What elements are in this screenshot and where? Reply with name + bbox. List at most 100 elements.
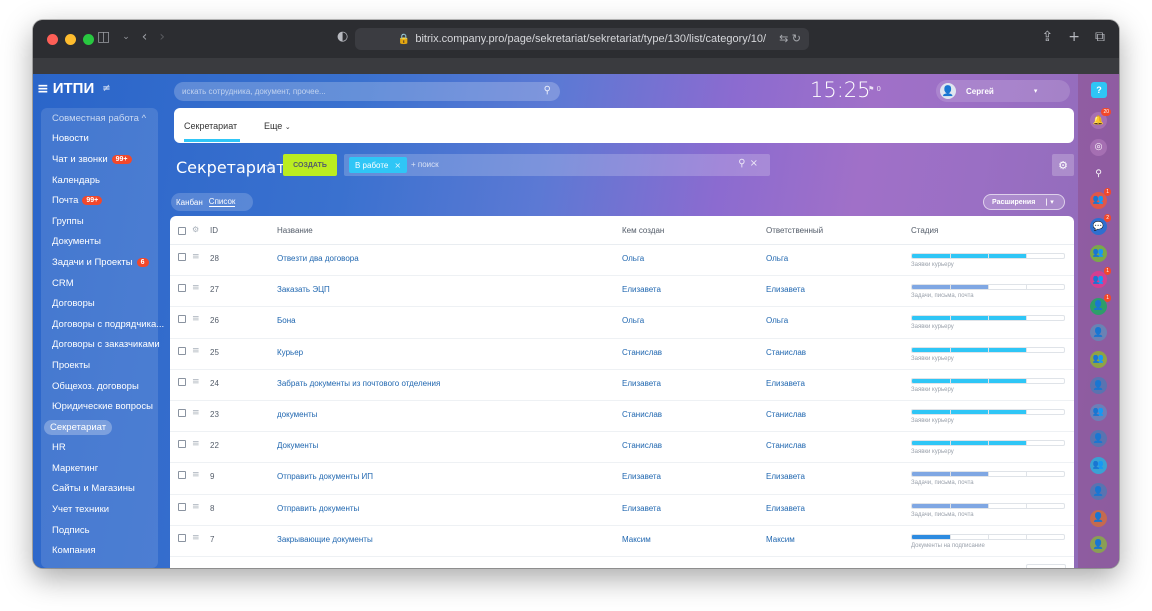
- cell-stage[interactable]: Заявки курьеру: [911, 409, 1065, 424]
- row-checkbox[interactable]: [178, 502, 186, 511]
- cell-name-link[interactable]: Забрать документы из почтового отделения: [277, 379, 440, 388]
- stage-progress-bar[interactable]: [911, 440, 1065, 447]
- sidebar-item[interactable]: Договоры с заказчиками: [41, 335, 160, 356]
- sidebar-item[interactable]: Документы: [41, 232, 158, 253]
- user-icon[interactable]: 👤: [1090, 377, 1107, 394]
- cell-name-link[interactable]: Документы: [277, 441, 318, 450]
- cell-responsible-link[interactable]: Елизавета: [766, 379, 805, 388]
- search-icon[interactable]: ⚲: [544, 85, 551, 96]
- header-id[interactable]: ID: [210, 216, 218, 244]
- stage-progress-bar[interactable]: [911, 284, 1065, 291]
- stage-progress-bar[interactable]: [911, 409, 1065, 415]
- cell-stage[interactable]: Заявки курьеру: [911, 377, 1065, 393]
- cell-created-by-link[interactable]: Станислав: [622, 410, 662, 419]
- search-clear-icons[interactable]: ⚲×: [738, 158, 762, 169]
- filter-chip[interactable]: В работе ×: [349, 157, 408, 173]
- user-icon[interactable]: 👤 1: [1090, 293, 1111, 315]
- cell-created-by-link[interactable]: Елизавета: [622, 285, 661, 294]
- cell-responsible-link[interactable]: Станислав: [766, 348, 806, 357]
- menu-group-collaboration[interactable]: Совместная работа ^: [41, 108, 158, 129]
- user-icon[interactable]: 👤: [1090, 509, 1107, 527]
- chat-group-icon[interactable]: 💬 2: [1090, 214, 1111, 235]
- cell-responsible-link[interactable]: Елизавета: [766, 472, 805, 481]
- cell-stage[interactable]: Документы на подписание: [911, 533, 1065, 549]
- user-icon[interactable]: 👤: [1090, 430, 1107, 447]
- row-checkbox[interactable]: [178, 533, 186, 542]
- table-row[interactable]: ≡ 8 Отправить документы Елизавета Елизавета З…: [170, 495, 1074, 526]
- cell-name-link[interactable]: Отправить документы: [277, 504, 359, 513]
- sidebar-item[interactable]: Учет техники: [41, 499, 158, 520]
- cell-responsible-link[interactable]: Станислав: [766, 410, 806, 419]
- table-row[interactable]: ≡ 25 Курьер Станислав Станислав Заявки курьер…: [170, 339, 1074, 370]
- new-tab-icon[interactable]: +: [1068, 29, 1080, 45]
- table-row[interactable]: ≡ 7 Закрывающие документы Максим Максим Докум…: [170, 526, 1074, 557]
- cell-name-link[interactable]: Бона: [277, 316, 296, 325]
- sidebar-item[interactable]: Задачи и Проекты 6: [41, 252, 158, 273]
- cell-responsible-link[interactable]: Станислав: [766, 441, 806, 450]
- view-list[interactable]: Список: [208, 197, 236, 207]
- close-icon[interactable]: ×: [394, 161, 401, 170]
- table-row[interactable]: ≡ 22 Документы Станислав Станислав Заявки кур…: [170, 432, 1074, 464]
- row-checkbox[interactable]: [178, 377, 186, 386]
- cell-responsible-link[interactable]: Елизавета: [766, 285, 805, 294]
- row-checkbox[interactable]: [178, 440, 186, 449]
- clock[interactable]: 15:25: [810, 78, 871, 102]
- sidebar-item[interactable]: Группы: [41, 211, 158, 232]
- sidebar-item[interactable]: Новости: [41, 129, 158, 150]
- sidebar-item[interactable]: Договоры с подрядчика...: [41, 314, 164, 335]
- cell-created-by-link[interactable]: Ольга: [622, 254, 644, 263]
- shield-icon[interactable]: ◐: [337, 29, 348, 44]
- translate-reload-icons[interactable]: ⇆ ↻: [779, 32, 801, 45]
- stage-progress-bar[interactable]: [911, 533, 1065, 540]
- row-checkbox[interactable]: [178, 253, 186, 261]
- header-created-by[interactable]: Кем создан: [622, 216, 664, 244]
- sidebar-item[interactable]: Секретариат: [41, 417, 158, 438]
- table-row[interactable]: ≡ 24 Забрать документы из почтового отделе…: [170, 370, 1074, 401]
- gear-icon[interactable]: ⚙: [1052, 154, 1074, 176]
- share-icon[interactable]: ⇪: [1042, 29, 1054, 45]
- row-checkbox[interactable]: [178, 346, 186, 355]
- row-actions-icon[interactable]: ≡: [192, 252, 200, 262]
- user-group-icon[interactable]: 👥: [1090, 244, 1107, 262]
- back-icon[interactable]: ‹: [142, 29, 148, 45]
- cell-created-by-link[interactable]: Елизавета: [622, 472, 661, 481]
- cell-responsible-link[interactable]: Ольга: [766, 316, 788, 325]
- row-actions-icon[interactable]: ≡: [192, 502, 200, 512]
- table-row[interactable]: ≡ 9 Отправить документы ИП Елизавета Елизаве…: [170, 463, 1074, 495]
- user-icon[interactable]: 👤: [1090, 324, 1107, 341]
- row-checkbox[interactable]: [178, 471, 186, 480]
- filter-search-input[interactable]: В работе × + поиск ⚲×: [344, 154, 770, 176]
- cell-created-by-link[interactable]: Станислав: [622, 348, 662, 357]
- search-icon[interactable]: ⚲: [1090, 165, 1107, 182]
- star-icon[interactable]: ☆: [264, 160, 276, 175]
- user-group-icon[interactable]: 👥: [1090, 456, 1107, 474]
- header-stage[interactable]: Стадия: [911, 216, 938, 244]
- pin-icon[interactable]: ≠: [102, 83, 110, 94]
- table-row[interactable]: ≡ 23 документы Станислав Станислав Заявки кур…: [170, 401, 1074, 433]
- scroll-up-button[interactable]: [1026, 564, 1066, 568]
- cell-created-by-link[interactable]: Елизавета: [622, 504, 661, 513]
- sidebar-item[interactable]: Компания: [41, 540, 158, 561]
- cell-stage[interactable]: Задачи, письма, почта: [911, 502, 1065, 518]
- cell-responsible-link[interactable]: Елизавета: [766, 504, 805, 513]
- sidebar-item[interactable]: Сайты и Магазины: [41, 479, 158, 500]
- header-responsible[interactable]: Ответственный: [766, 216, 823, 244]
- sidebar-item[interactable]: HR: [41, 438, 158, 459]
- create-button[interactable]: СОЗДАТЬ: [283, 154, 337, 176]
- user-icon[interactable]: 👤: [1090, 483, 1107, 500]
- sidebar-item[interactable]: Подпись: [41, 520, 158, 541]
- sidebar-item[interactable]: Юридические вопросы: [41, 396, 158, 417]
- cell-stage[interactable]: Задачи, письма, почта: [911, 284, 1065, 299]
- extensions-button[interactable]: Расширения | ▾: [983, 194, 1065, 210]
- cell-name-link[interactable]: Закрывающие документы: [277, 535, 373, 544]
- row-actions-icon[interactable]: ≡: [192, 533, 200, 543]
- header-name[interactable]: Название: [277, 216, 313, 244]
- sidebar-toggle-icon[interactable]: ◫: [97, 29, 110, 45]
- tab-more[interactable]: Еще ⌄: [264, 121, 291, 131]
- row-checkbox[interactable]: [178, 284, 186, 293]
- row-actions-icon[interactable]: ≡: [192, 470, 200, 480]
- help-button[interactable]: ?: [1091, 82, 1107, 98]
- sidebar-item[interactable]: Маркетинг: [41, 458, 158, 479]
- sidebar-item[interactable]: CRM: [41, 273, 158, 294]
- stage-progress-bar[interactable]: [911, 346, 1065, 353]
